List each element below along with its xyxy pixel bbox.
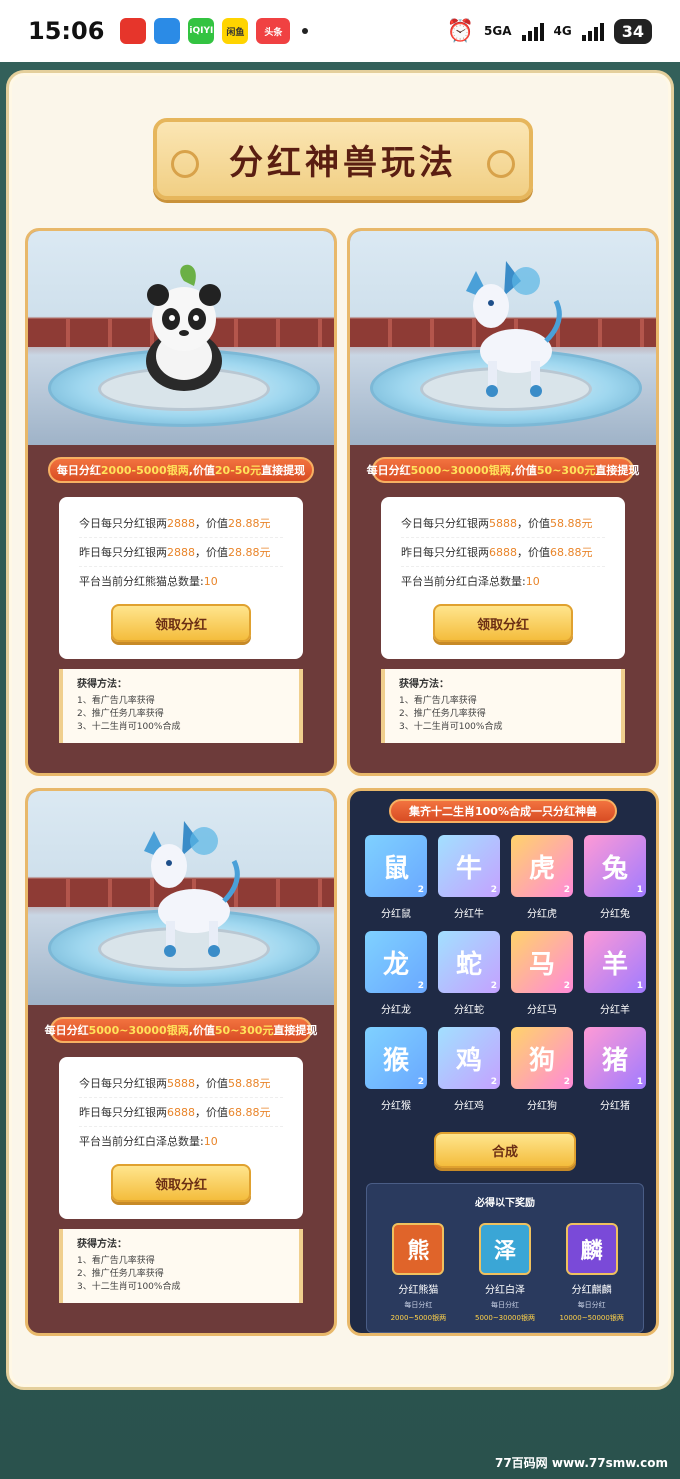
battery-indicator: 34: [613, 18, 652, 44]
method-item: 3、十二生肖可100%合成: [399, 722, 503, 732]
ox-icon: 牛2: [438, 835, 500, 897]
zodiac-grid: 鼠 2 分红鼠 牛 2 分红牛 虎 2 分红虎 兔 1 分红兔 龙 2 分红龙 蛇 2 分红蛇 马 2 分红…: [364, 835, 648, 1123]
signal-icon: [521, 21, 544, 41]
goat-icon: 羊1: [584, 931, 646, 993]
rabbit-icon: 兔1: [584, 835, 646, 897]
panda-icon: 熊: [392, 1223, 445, 1275]
baize-card-2: 每日分红 5000~30000银两 ,价值 50~300元 直接提现 今日每只分红银两5…: [25, 788, 337, 1336]
reward-title: 必得以下奖励: [475, 1198, 535, 1209]
method-item: 3、十二生肖可100%合成: [77, 722, 181, 732]
zodiac-item[interactable]: 鸡 2 分红鸡: [437, 1027, 501, 1123]
today-dividend: 今日每只分红银两2888，价值28.88元: [79, 509, 283, 538]
baize-headline-2: 每日分红 5000~30000银两 ,价值 50~300元 直接提现: [45, 1017, 317, 1043]
toutiao-icon: 头条: [256, 18, 291, 44]
reward-box: 必得以下奖励 熊 分红熊猫 每日分红 2000~5000银两 泽 分红白泽 每日…: [366, 1183, 644, 1333]
merge-button[interactable]: 合成: [434, 1132, 576, 1168]
baize-icon: [144, 821, 240, 957]
method-item: 2、推广任务几率获得: [77, 1269, 164, 1279]
method-item: 1、看广告几率获得: [77, 696, 155, 706]
method-item: 1、看广告几率获得: [399, 696, 477, 706]
xianyu-icon: 闲鱼: [222, 18, 249, 44]
status-time: 15:06: [28, 17, 105, 45]
method-item: 2、推广任务几率获得: [77, 709, 164, 719]
baize-method-box-2: 获得方法： 1、看广告几率获得 2、推广任务几率获得 3、十二生肖可100%合成: [59, 1229, 303, 1303]
reward-item: 熊 分红熊猫 每日分红 2000~5000银两: [377, 1223, 459, 1323]
panda-card: 每日分红 2000-5000银两 ,价值 20-50元 直接提现 今日每只分红银两288…: [25, 228, 337, 776]
panda-icon: [146, 264, 222, 391]
dog-icon: 狗2: [511, 1027, 573, 1089]
zodiac-item[interactable]: 虎 2 分红虎: [510, 835, 574, 931]
zodiac-item[interactable]: 马 2 分红马: [510, 931, 574, 1027]
panda-info-box: 今日每只分红银两2888，价值28.88元 昨日每只分红银两2888，价值28.…: [59, 497, 303, 659]
iqiyi-icon: iQIYI: [188, 18, 215, 44]
baize-card: 每日分红 5000~30000银两 ,价值 50~300元 直接提现 今日每只分红银两5…: [347, 228, 659, 776]
panda-scene: [28, 231, 334, 445]
zodiac-item[interactable]: 兔 1 分红兔: [583, 835, 647, 931]
today-dividend: 今日每只分红银两5888，价值58.88元: [79, 1069, 283, 1098]
notification-dot-icon: [302, 28, 309, 34]
panda-method-box: 获得方法： 1、看广告几率获得 2、推广任务几率获得 3、十二生肖可100%合成: [59, 669, 303, 743]
baize-icon: 泽: [478, 1223, 531, 1275]
baize-headline: 每日分红 5000~30000银两 ,价值 50~300元 直接提现: [367, 457, 639, 483]
reward-row: 熊 分红熊猫 每日分红 2000~5000银两 泽 分红白泽 每日分红 5000…: [367, 1223, 643, 1323]
rooster-icon: 鸡2: [438, 1027, 500, 1089]
horse-icon: 马2: [511, 931, 573, 993]
baize-method-box: 获得方法： 1、看广告几率获得 2、推广任务几率获得 3、十二生肖可100%合成: [381, 669, 625, 743]
snake-icon: 蛇2: [438, 931, 500, 993]
reward-item: 麟 分红麒麟 每日分红 10000~50000银两: [551, 1223, 633, 1323]
status-right: ⏰ 5GA 4G 34: [446, 18, 652, 44]
status-bar: 15:06 iQIYI 闲鱼 头条 ⏰ 5GA 4G 34: [0, 0, 680, 62]
baize-scene-2: [28, 791, 334, 1005]
network-label-2: 4G: [553, 24, 572, 38]
game-frame: 分红神兽玩法 每日分红 2000-5000银两 ,价值 20-50元 直接提现 …: [0, 62, 680, 1479]
zodiac-item[interactable]: 猪 1 分红猪: [583, 1027, 647, 1123]
method-item: 2、推广任务几率获得: [399, 709, 486, 719]
dragon-icon: 龙2: [365, 931, 427, 993]
baize-info-box: 今日每只分红银两5888，价值58.88元 昨日每只分红银两6888，价值68.…: [381, 497, 625, 659]
title-banner: 分红神兽玩法: [153, 118, 533, 200]
claim-dividend-button[interactable]: 领取分红: [433, 604, 573, 642]
baize-icon: [466, 261, 562, 397]
browser-icon: [154, 18, 181, 44]
zodiac-item[interactable]: 牛 2 分红牛: [437, 835, 501, 931]
pig-icon: 猪1: [584, 1027, 646, 1089]
tiger-icon: 虎2: [511, 835, 573, 897]
zodiac-item[interactable]: 蛇 2 分红蛇: [437, 931, 501, 1027]
total-count: 平台当前分红白泽总数量:10: [401, 575, 540, 588]
yesterday-dividend: 昨日每只分红银两2888，价值28.88元: [79, 538, 283, 567]
alarm-icon: ⏰: [446, 18, 475, 44]
today-dividend: 今日每只分红银两5888，价值58.88元: [401, 509, 605, 538]
qilin-icon: 麟: [565, 1223, 618, 1275]
zodiac-card: 集齐十二生肖100%合成一只分红神兽 鼠 2 分红鼠 牛 2 分红牛 虎 2 分红虎 兔1分…: [347, 788, 659, 1336]
zodiac-item[interactable]: 羊 1 分红羊: [583, 931, 647, 1027]
monkey-icon: 猴2: [365, 1027, 427, 1089]
zodiac-item[interactable]: 狗 2 分红狗: [510, 1027, 574, 1123]
yesterday-dividend: 昨日每只分红银两6888，价值68.88元: [79, 1098, 283, 1127]
zodiac-item[interactable]: 猴 2 分红猴: [364, 1027, 428, 1123]
zodiac-headline: 集齐十二生肖100%合成一只分红神兽: [389, 799, 617, 823]
network-label-1: 5GA: [484, 24, 512, 38]
total-count: 平台当前分红白泽总数量:10: [79, 1135, 218, 1148]
rat-icon: 鼠2: [365, 835, 427, 897]
yesterday-dividend: 昨日每只分红银两6888，价值68.88元: [401, 538, 605, 567]
total-count: 平台当前分红熊猫总数量:10: [79, 575, 218, 588]
zodiac-item[interactable]: 龙 2 分红龙: [364, 931, 428, 1027]
method-item: 3、十二生肖可100%合成: [77, 1282, 181, 1292]
claim-dividend-button[interactable]: 领取分红: [111, 604, 251, 642]
reward-item: 泽 分红白泽 每日分红 5000~30000银两: [464, 1223, 546, 1323]
zodiac-item[interactable]: 鼠 2 分红鼠: [364, 835, 428, 931]
panda-headline: 每日分红 2000-5000银两 ,价值 20-50元 直接提现: [48, 457, 314, 483]
baize-scene: [350, 231, 656, 445]
baize-info-box-2: 今日每只分红银两5888，价值58.88元 昨日每只分红银两6888，价值68.…: [59, 1057, 303, 1219]
watermark: 77百码网 www.77smw.com: [494, 1456, 668, 1470]
method-item: 1、看广告几率获得: [77, 1256, 155, 1266]
main-panel: 分红神兽玩法 每日分红 2000-5000银两 ,价值 20-50元 直接提现 …: [6, 70, 674, 1390]
claim-dividend-button[interactable]: 领取分红: [111, 1164, 251, 1202]
weibo-icon: [120, 18, 147, 44]
signal-icon-2: [581, 21, 604, 41]
page-title: 分红神兽玩法: [229, 142, 457, 183]
